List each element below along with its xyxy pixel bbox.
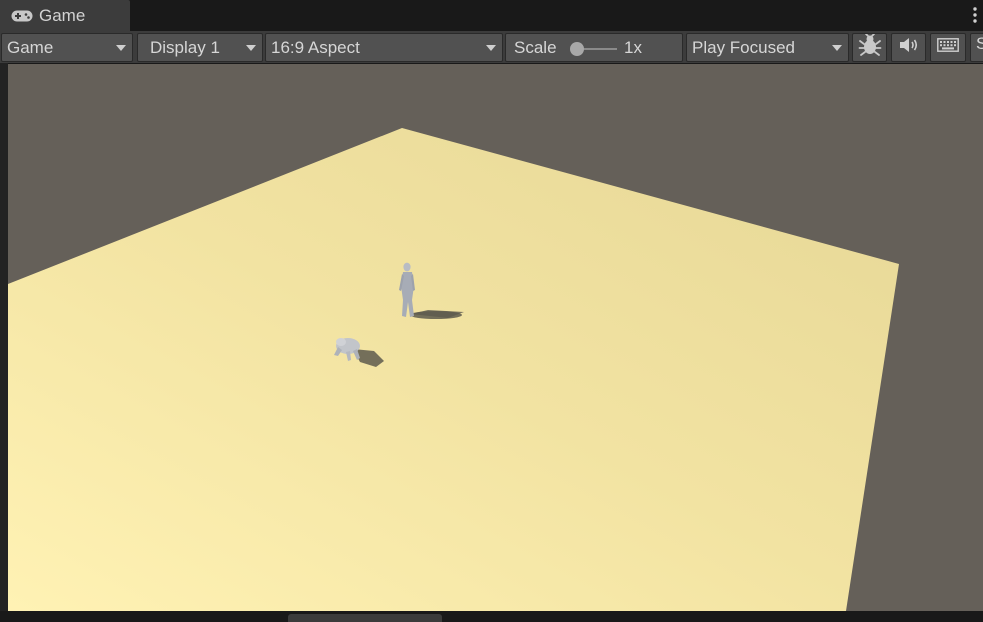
game-toolbar: Game Display 1 16:9 Aspect Scale 1x Play… [0, 31, 983, 63]
more-options-icon[interactable] [972, 6, 978, 24]
debug-button[interactable] [852, 33, 887, 62]
horizontal-scrollbar[interactable] [288, 614, 442, 622]
chevron-down-icon [116, 45, 126, 51]
keyboard-shortcuts-button[interactable] [930, 33, 966, 62]
scale-value: 1x [624, 38, 642, 57]
scale-control: Scale 1x [505, 33, 683, 62]
bug-icon [858, 33, 882, 61]
gamepad-icon [11, 9, 34, 23]
scale-slider-thumb[interactable] [570, 42, 584, 56]
scale-label: Scale [514, 38, 557, 57]
play-mode-value: Play Focused [692, 37, 795, 57]
display-value: Display 1 [150, 37, 220, 57]
speaker-icon [899, 37, 919, 58]
tab-game[interactable]: Game [0, 0, 130, 31]
play-mode-dropdown[interactable]: Play Focused [686, 33, 849, 62]
mode-dropdown[interactable]: Game [1, 33, 133, 62]
chevron-down-icon [246, 45, 256, 51]
mode-value: Game [7, 37, 54, 57]
aspect-dropdown[interactable]: 16:9 Aspect [265, 33, 503, 62]
game-viewport[interactable] [8, 64, 983, 611]
game-scene [8, 64, 983, 611]
overflow-label: S [976, 34, 983, 53]
chevron-down-icon [832, 45, 842, 51]
chevron-down-icon [486, 45, 496, 51]
display-dropdown[interactable]: Display 1 [137, 33, 263, 62]
tab-bar: Game [0, 0, 983, 31]
mute-audio-button[interactable] [891, 33, 926, 62]
tab-title: Game [39, 5, 86, 25]
bottom-bar [0, 611, 983, 622]
aspect-value: 16:9 Aspect [271, 37, 360, 57]
viewport-left-border [0, 63, 8, 622]
keyboard-icon [937, 38, 959, 57]
toolbar-overflow-button[interactable]: S [970, 33, 983, 62]
